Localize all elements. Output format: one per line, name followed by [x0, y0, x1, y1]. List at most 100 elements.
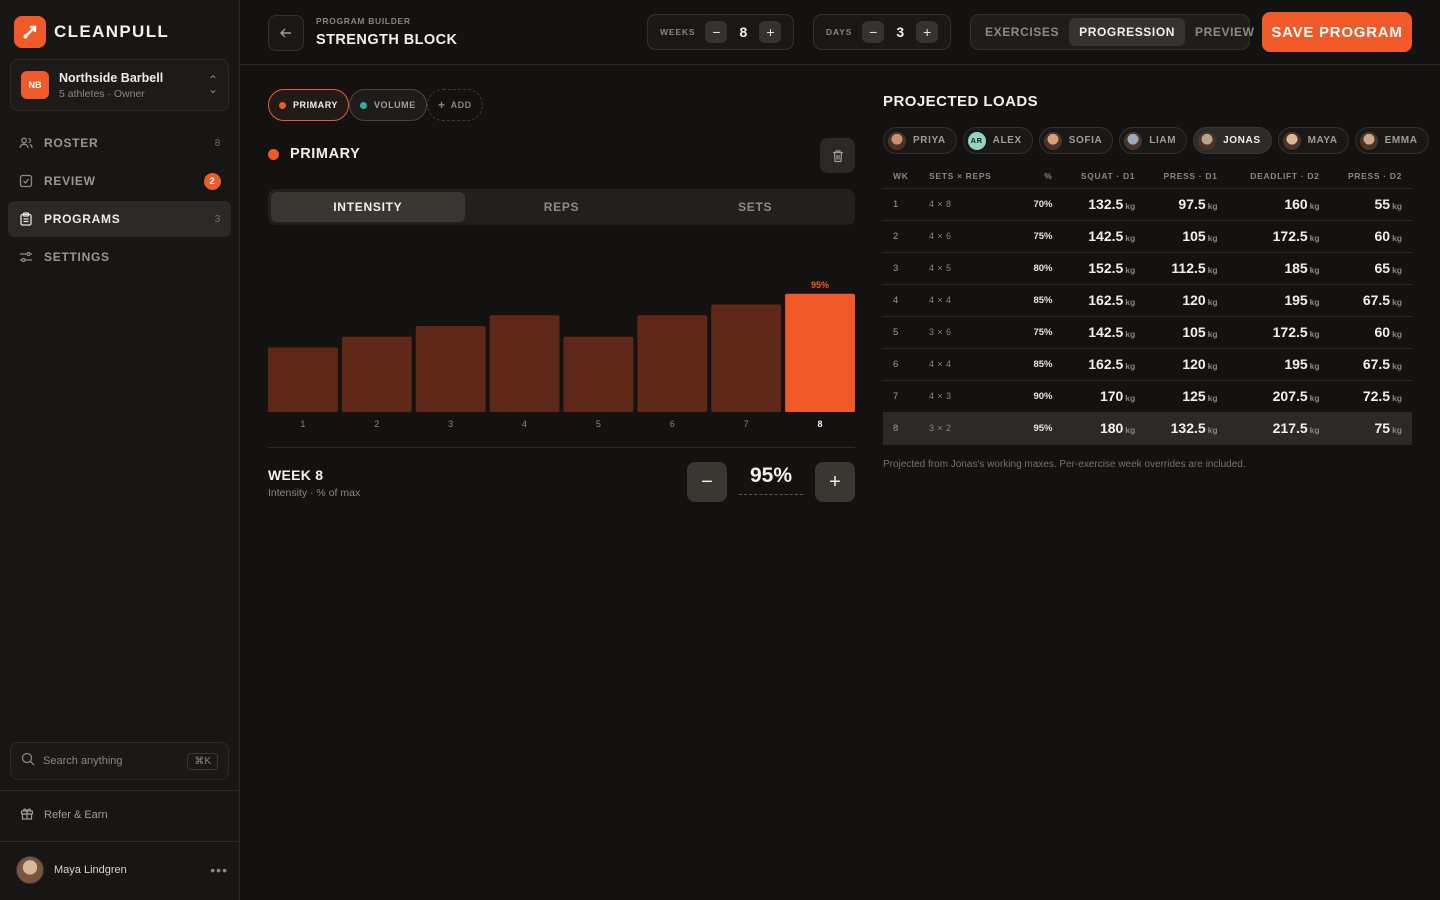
unit-label: kg — [1207, 265, 1218, 275]
chart-bar-week-1[interactable] — [268, 347, 338, 413]
tab-sets[interactable]: SETS — [658, 192, 852, 222]
unit-label: kg — [1207, 297, 1218, 307]
search-input[interactable]: Search anything ⌘K — [10, 742, 229, 780]
tab-preview[interactable]: PREVIEW — [1185, 18, 1265, 46]
athlete-chip-maya[interactable]: MAYA — [1277, 127, 1349, 154]
week-cell: 3 — [883, 252, 919, 285]
load-value: 180 — [1099, 420, 1124, 436]
brand[interactable]: CLEANPULL — [14, 16, 169, 48]
checkbox-icon — [18, 173, 34, 189]
table-row[interactable]: 53 × 6 75% 142.5 kg 105 kg 172.5 kg 60 kg — [883, 316, 1412, 349]
team-switcher[interactable]: NB Northside Barbell 5 athletes · Owner … — [10, 59, 229, 111]
unit-label: kg — [1207, 201, 1218, 211]
chart-bar-week-3[interactable] — [415, 326, 486, 412]
unit-label: kg — [1309, 265, 1320, 275]
unit-label: kg — [1309, 361, 1320, 371]
sidebar-item-roster[interactable]: ROSTER 8 — [8, 125, 231, 161]
unit-label: kg — [1125, 297, 1136, 307]
unit-label: kg — [1207, 425, 1218, 435]
block-chip-volume[interactable]: VOLUME — [349, 89, 427, 121]
sidebar-item-programs[interactable]: PROGRAMS 3 — [8, 201, 231, 237]
tab-intensity[interactable]: INTENSITY — [271, 192, 465, 222]
load-cell: 142.5 kg — [1062, 220, 1146, 253]
column-header: WK — [883, 165, 919, 189]
load-cell: 152.5 kg — [1062, 252, 1146, 285]
sets-reps-cell: 4 × 6 — [919, 220, 1026, 253]
avatar — [1198, 131, 1217, 150]
athlete-chip-liam[interactable]: LIAM — [1119, 127, 1188, 154]
add-block-button[interactable]: + ADD — [427, 89, 483, 121]
week-cell: 4 — [883, 284, 919, 317]
athlete-chip-emma[interactable]: EMMA — [1354, 127, 1429, 154]
table-row[interactable]: 83 × 2 95% 180 kg 132.5 kg 217.5 kg 75 kg — [883, 412, 1412, 445]
back-button[interactable] — [268, 15, 304, 51]
table-row[interactable]: 44 × 4 85% 162.5 kg 120 kg 195 kg 67.5 kg — [883, 284, 1412, 317]
unit-label: kg — [1125, 361, 1136, 371]
unit-label: kg — [1309, 201, 1320, 211]
load-cell: 67.5 kg — [1329, 284, 1412, 317]
load-value: 162.5 — [1088, 292, 1124, 308]
refer-earn-link[interactable]: Refer & Earn — [20, 806, 108, 823]
column-header: % — [1025, 165, 1063, 189]
team-subtitle: 5 athletes · Owner — [59, 87, 145, 100]
sidebar-item-review[interactable]: REVIEW 2 — [8, 163, 231, 199]
plus-icon: + — [438, 98, 446, 112]
tab-reps[interactable]: REPS — [465, 192, 659, 222]
unit-label: kg — [1207, 361, 1218, 371]
sidebar-item-settings[interactable]: SETTINGS — [8, 239, 231, 275]
table-row[interactable]: 64 × 4 85% 162.5 kg 120 kg 195 kg 67.5 kg — [883, 348, 1412, 381]
refer-label: Refer & Earn — [44, 808, 108, 821]
load-value: 112.5 — [1171, 260, 1206, 276]
block-title: PRIMARY — [268, 146, 360, 162]
more-icon[interactable]: ••• — [210, 862, 228, 878]
week-title: WEEK 8 — [268, 467, 324, 483]
athlete-name: MAYA — [1307, 135, 1338, 146]
athlete-chip-sofia[interactable]: SOFIA — [1038, 127, 1114, 154]
tab-progression[interactable]: PROGRESSION — [1069, 18, 1186, 46]
chart-bar-week-7[interactable] — [711, 304, 782, 413]
chart-bar-week-4[interactable] — [489, 315, 560, 412]
load-value: 60 — [1374, 228, 1391, 244]
days-increment-button[interactable]: + — [916, 21, 939, 43]
intensity-decrement-button[interactable]: − — [687, 462, 727, 502]
unit-label: kg — [1392, 361, 1402, 371]
save-program-button[interactable]: SAVE PROGRAM — [1262, 12, 1412, 52]
delete-block-button[interactable] — [820, 138, 855, 173]
user-menu[interactable]: Maya Lindgren ••• — [16, 856, 228, 884]
sets-reps-cell: 4 × 8 — [919, 188, 1026, 221]
percent-cell: 75% — [1025, 316, 1063, 349]
chart-bar-week-6[interactable] — [637, 315, 708, 412]
chart-bar-week-2[interactable] — [341, 336, 412, 412]
sets-reps-cell: 3 × 6 — [919, 316, 1026, 349]
table-row[interactable]: 24 × 6 75% 142.5 kg 105 kg 172.5 kg 60 kg — [883, 220, 1412, 253]
table-row[interactable]: 74 × 3 90% 170 kg 125 kg 207.5 kg 72.5 kg — [883, 380, 1412, 413]
table-row[interactable]: 34 × 5 80% 152.5 kg 112.5 kg 185 kg 65 kg — [883, 252, 1412, 285]
unit-label: kg — [1125, 425, 1136, 435]
athlete-chip-jonas[interactable]: JONAS — [1193, 127, 1272, 154]
load-cell: 67.5 kg — [1329, 348, 1412, 381]
chart-bar-week-8[interactable] — [785, 293, 855, 412]
avatar — [888, 131, 906, 150]
chevron-up-down-icon: ⌃ ⌄ — [207, 73, 218, 96]
load-value: 125 — [1182, 388, 1206, 404]
athlete-chip-priya[interactable]: PRIYA — [883, 127, 957, 154]
weeks-stepper: WEEKS − 8 + — [647, 14, 795, 50]
athlete-chip-alex[interactable]: AR ALEX — [962, 127, 1033, 154]
column-header: SETS × REPS — [919, 165, 1026, 189]
intensity-increment-button[interactable]: + — [815, 462, 855, 502]
load-cell: 120 kg — [1145, 284, 1228, 317]
block-chip-primary[interactable]: PRIMARY — [268, 89, 349, 121]
view-tabs: EXERCISES PROGRESSION PREVIEW — [970, 14, 1254, 50]
tab-exercises[interactable]: EXERCISES — [975, 18, 1069, 46]
unit-label: kg — [1392, 297, 1402, 307]
days-decrement-button[interactable]: − — [862, 21, 885, 43]
chart-bar-week-5[interactable] — [563, 336, 634, 412]
percent-cell: 75% — [1025, 220, 1063, 253]
intensity-value[interactable]: 95% — [739, 464, 803, 495]
load-cell: 105 kg — [1145, 220, 1228, 253]
weeks-decrement-button[interactable]: − — [705, 21, 728, 43]
weeks-increment-button[interactable]: + — [759, 21, 782, 43]
table-row[interactable]: 14 × 8 70% 132.5 kg 97.5 kg 160 kg 55 kg — [883, 188, 1412, 221]
load-cell: 97.5 kg — [1145, 188, 1228, 221]
athlete-name: EMMA — [1384, 135, 1418, 146]
